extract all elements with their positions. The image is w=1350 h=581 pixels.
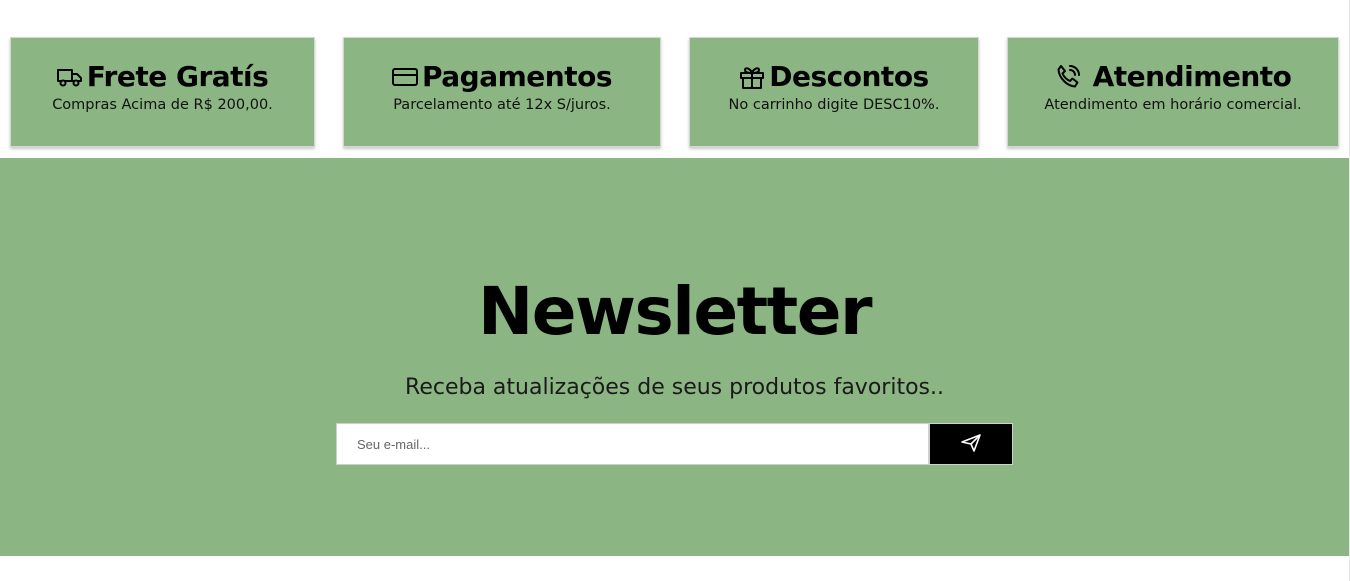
newsletter-section: Newsletter Receba atualizações de seus p… [0, 158, 1349, 556]
newsletter-form [336, 423, 1013, 465]
newsletter-title: Newsletter [477, 273, 873, 350]
feature-description: Compras Acima de R$ 200,00. [52, 97, 273, 113]
feature-card-header: Frete Gratís [11, 60, 314, 94]
feature-card-discounts: Descontos No carrinho digite DESC10%. [689, 37, 979, 147]
feature-card-support: Atendimento Atendimento em horário comer… [1007, 37, 1339, 147]
feature-title: Pagamentos [422, 60, 613, 93]
phone-call-icon [1055, 64, 1081, 90]
feature-title: Atendimento [1092, 60, 1292, 93]
feature-card-header: Atendimento [1008, 60, 1338, 94]
newsletter-subtitle: Receba atualizações de seus produtos fav… [405, 375, 944, 400]
send-icon [960, 433, 982, 456]
feature-card-header: Pagamentos [344, 60, 660, 94]
gift-icon [739, 65, 765, 89]
send-button[interactable] [929, 423, 1013, 465]
feature-card-header: Descontos [690, 60, 978, 94]
feature-title: Descontos [769, 60, 929, 93]
feature-description: Parcelamento até 12x S/juros. [393, 97, 611, 113]
feature-description: Atendimento em horário comercial. [1044, 97, 1302, 113]
feature-card-shipping: Frete Gratís Compras Acima de R$ 200,00. [10, 37, 315, 147]
truck-icon [56, 66, 83, 88]
credit-card-icon [392, 67, 418, 87]
email-input[interactable] [336, 423, 929, 465]
features-section: Frete Gratís Compras Acima de R$ 200,00.… [0, 0, 1349, 158]
page-footer-spacer [0, 556, 1349, 581]
feature-card-payments: Pagamentos Parcelamento até 12x S/juros. [343, 37, 661, 147]
feature-title: Frete Gratís [86, 60, 269, 93]
feature-description: No carrinho digite DESC10%. [728, 97, 940, 113]
